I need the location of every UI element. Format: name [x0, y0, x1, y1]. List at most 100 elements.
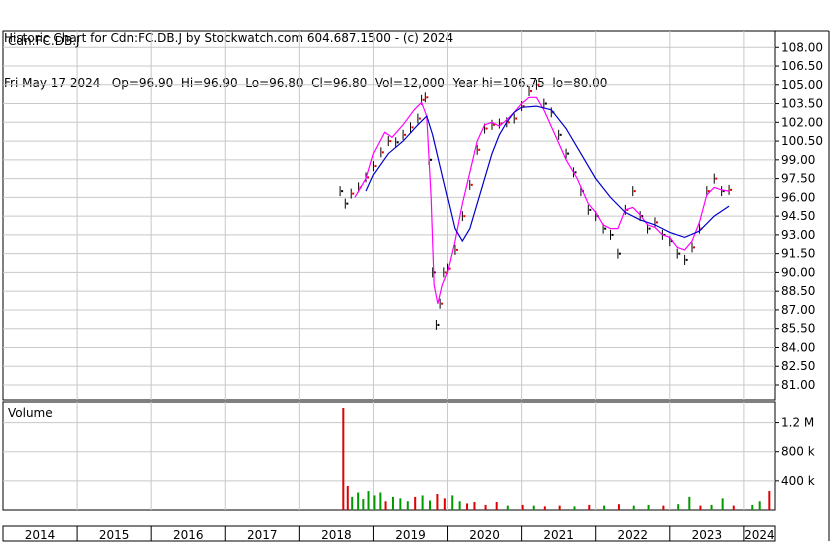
volume-tick-label: 400 k: [781, 474, 815, 488]
volume-bar: [458, 501, 461, 510]
volume-label: Volume: [8, 406, 53, 420]
volume-bar: [632, 505, 635, 510]
volume-bar: [721, 498, 724, 510]
price-close-mark: [485, 127, 488, 130]
volume-bar: [406, 501, 409, 510]
price-close-mark: [404, 133, 407, 136]
volume-bar: [732, 505, 735, 510]
stock-chart: 108.00 106.50 105.00 103.50 102.00 100.50 99.0…: [2, 30, 830, 542]
price-close-mark: [374, 165, 377, 168]
year-label: 2016: [173, 528, 204, 542]
price-close-mark: [611, 233, 614, 236]
price-close-mark: [352, 192, 355, 195]
year-label: 2019: [395, 528, 426, 542]
price-close-mark: [559, 133, 562, 136]
year-label: 2020: [469, 528, 500, 542]
price-tick-label: 87.00: [781, 303, 815, 317]
price-close-mark: [618, 252, 621, 255]
volume-panel: [2, 401, 776, 511]
price-close-mark: [341, 190, 344, 193]
volume-bar: [647, 504, 650, 510]
volume-bar: [573, 506, 576, 510]
volume-bar: [617, 504, 620, 510]
price-close-mark: [604, 227, 607, 230]
price-close-mark: [418, 117, 421, 120]
volume-bar: [384, 501, 387, 510]
volume-bar: [495, 501, 498, 510]
price-tick-label: 99.00: [781, 153, 815, 167]
year-label: 2015: [99, 528, 130, 542]
volume-tick-label: 1.2 M: [781, 416, 814, 430]
volume-bar: [588, 504, 591, 510]
volume-bar: [351, 496, 354, 510]
price-close-mark: [381, 151, 384, 154]
volume-bar: [436, 493, 439, 510]
volume-bar: [603, 505, 606, 510]
price-tick-label: 82.50: [781, 359, 815, 373]
price-close-mark: [544, 102, 547, 105]
chart-title: Cdn:FC.DB.J: [8, 34, 80, 48]
year-label: 2022: [617, 528, 648, 542]
year-label: 2021: [543, 528, 574, 542]
price-close-mark: [515, 117, 518, 120]
year-label: 2017: [247, 528, 278, 542]
volume-bar: [414, 496, 417, 510]
price-close-mark: [648, 227, 651, 230]
volume-bar: [367, 491, 370, 510]
price-tick-label: 102.00: [781, 115, 823, 129]
price-close-mark: [441, 302, 444, 305]
volume-bar: [451, 495, 454, 510]
price-close-mark: [346, 202, 349, 205]
year-label: 2018: [321, 528, 352, 542]
volume-bar: [429, 500, 432, 510]
volume-bar: [484, 504, 487, 510]
volume-bar: [699, 505, 702, 510]
price-tick-label: 96.00: [781, 190, 815, 204]
volume-bar: [399, 498, 402, 510]
volume-bar: [710, 504, 713, 510]
price-close-mark: [633, 190, 636, 193]
price-close-mark: [470, 183, 473, 186]
volume-bar: [506, 505, 509, 510]
price-close-mark: [678, 252, 681, 255]
price-close-mark: [444, 271, 447, 274]
price-tick-label: 97.50: [781, 172, 815, 186]
volume-bar: [758, 501, 761, 510]
volume-bar: [421, 495, 424, 510]
volume-bar: [662, 505, 665, 510]
price-tick-label: 91.50: [781, 247, 815, 261]
price-close-mark: [437, 323, 440, 326]
price-panel: [2, 30, 776, 401]
price-close-mark: [389, 140, 392, 143]
price-close-mark: [396, 141, 399, 144]
price-close-mark: [589, 208, 592, 211]
volume-bar: [346, 485, 349, 510]
volume-bar: [466, 503, 469, 510]
moving-average-line-2: [365, 105, 730, 243]
price-tick-label: 94.50: [781, 209, 815, 223]
price-close-mark: [430, 158, 433, 161]
price-close-mark: [730, 188, 733, 191]
volume-bar: [473, 501, 476, 510]
price-tick-label: 93.00: [781, 228, 815, 242]
volume-bar: [751, 504, 754, 510]
price-close-mark: [537, 83, 540, 86]
volume-bar: [532, 505, 535, 510]
volume-bar: [391, 496, 394, 510]
price-tick-label: 103.50: [781, 97, 823, 111]
price-tick-label: 108.00: [781, 40, 823, 54]
price-tick-label: 106.50: [781, 59, 823, 73]
price-tick-label: 105.00: [781, 78, 823, 92]
price-tick-label: 90.00: [781, 265, 815, 279]
price-close-mark: [715, 177, 718, 180]
volume-bar: [362, 499, 365, 510]
price-tick-label: 81.00: [781, 378, 815, 392]
price-tick-label: 85.50: [781, 322, 815, 336]
price-close-mark: [530, 90, 533, 93]
volume-bar: [521, 504, 524, 510]
year-label: 2014: [25, 528, 56, 542]
year-label: 2024: [744, 528, 775, 542]
volume-bar: [677, 504, 680, 510]
price-close-mark: [478, 148, 481, 151]
volume-bar: [543, 506, 546, 510]
